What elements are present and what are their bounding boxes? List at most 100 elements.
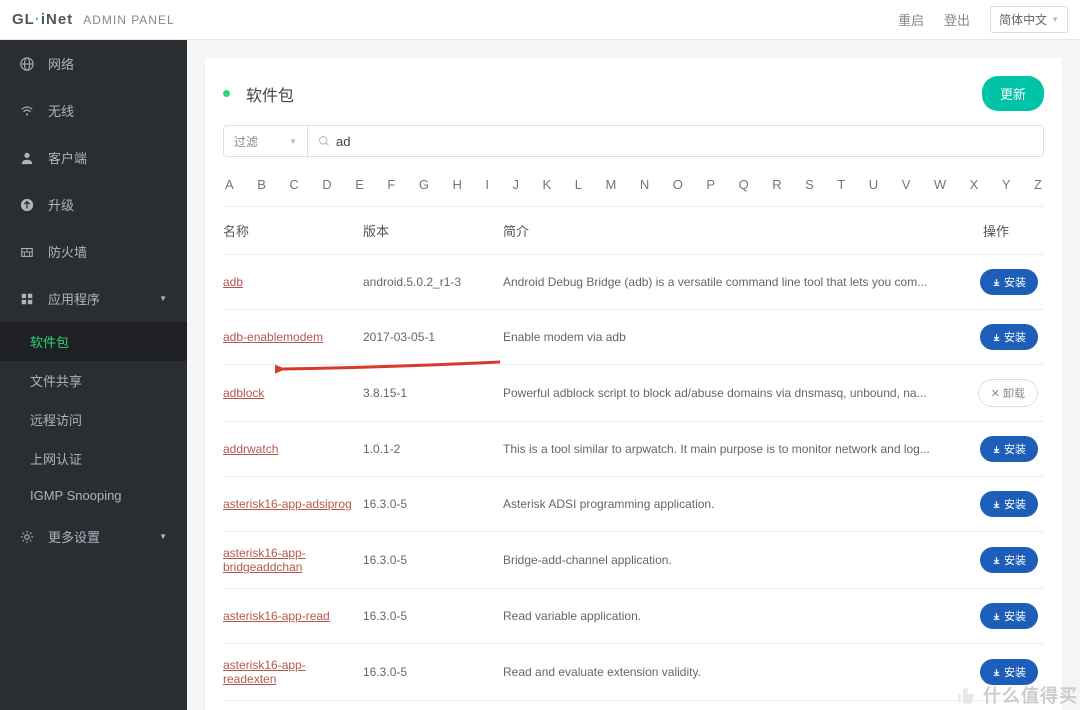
alpha-z[interactable]: Z (1032, 177, 1044, 192)
alpha-l[interactable]: L (573, 177, 584, 192)
sidebar-item-firewall[interactable]: 防火墙 (0, 228, 187, 275)
install-button[interactable]: 安装 (980, 324, 1038, 350)
cell-version: android.5.0.2_r1-3 (363, 255, 503, 310)
chevron-down-icon: ▼ (289, 137, 297, 146)
cell-desc: This is a tool similar to arpwatch. It m… (503, 422, 954, 477)
gear-icon (20, 530, 34, 544)
sidebar-item-more[interactable]: 更多设置 ▼ (0, 513, 187, 560)
sidebar-sub-auth[interactable]: 上网认证 (0, 439, 187, 478)
sidebar-sub-remote[interactable]: 远程访问 (0, 400, 187, 439)
alpha-f[interactable]: F (385, 177, 397, 192)
sidebar-item-upgrade[interactable]: 升级 (0, 181, 187, 228)
cell-desc: Android Debug Bridge (adb) is a versatil… (503, 255, 954, 310)
sidebar-item-network[interactable]: 网络 (0, 40, 187, 87)
cell-name: asterisk16-app-read (223, 589, 363, 644)
alpha-b[interactable]: B (255, 177, 268, 192)
alpha-a[interactable]: A (223, 177, 236, 192)
search-box[interactable] (307, 125, 1044, 157)
table-row: adblock 3.8.15-1 Powerful adblock script… (223, 365, 1044, 422)
package-link[interactable]: adb (223, 275, 243, 289)
panel-label: ADMIN PANEL (83, 13, 174, 27)
install-button[interactable]: 安装 (980, 436, 1038, 462)
col-desc: 简介 (503, 207, 954, 255)
install-button[interactable]: 安装 (980, 603, 1038, 629)
sidebar-sub-igmp[interactable]: IGMP Snooping (0, 478, 187, 513)
firewall-icon (20, 245, 34, 259)
cell-name: asterisk16-app-adsiprog (223, 477, 363, 532)
cell-desc: Read and evaluate extension validity. (503, 644, 954, 701)
cell-version: 2017-03-05-1 (363, 310, 503, 365)
alpha-c[interactable]: C (287, 177, 300, 192)
sidebar-item-clients[interactable]: 客户端 (0, 134, 187, 181)
install-button[interactable]: 安装 (980, 547, 1038, 573)
alpha-s[interactable]: S (803, 177, 816, 192)
alpha-p[interactable]: P (704, 177, 717, 192)
table-row: asterisk16-app-bridgeaddchan 16.3.0-5 Br… (223, 532, 1044, 589)
cell-name: addrwatch (223, 422, 363, 477)
cell-version: 16.3.0-5 (363, 589, 503, 644)
status-dot (223, 90, 230, 97)
alpha-m[interactable]: M (603, 177, 618, 192)
cell-version: 16.3.0-5 (363, 644, 503, 701)
cell-op: ✕卸载 (954, 365, 1044, 422)
alpha-h[interactable]: H (450, 177, 463, 192)
cell-version: 16.3.0-5 (363, 477, 503, 532)
alpha-x[interactable]: X (968, 177, 981, 192)
sidebar-sub-packages[interactable]: 软件包 (0, 322, 187, 361)
alpha-o[interactable]: O (671, 177, 685, 192)
package-link[interactable]: asterisk16-app-adsiprog (223, 497, 352, 511)
packages-table: 名称 版本 简介 操作 adb android.5.0.2_r1-3 Andro… (223, 207, 1044, 701)
sidebar-item-wireless[interactable]: 无线 (0, 87, 187, 134)
alpha-t[interactable]: T (835, 177, 847, 192)
alpha-e[interactable]: E (353, 177, 366, 192)
sidebar-sub-fileshare[interactable]: 文件共享 (0, 361, 187, 400)
table-row: asterisk16-app-readexten 16.3.0-5 Read a… (223, 644, 1044, 701)
logout-link[interactable]: 登出 (944, 10, 970, 29)
alpha-d[interactable]: D (320, 177, 333, 192)
sidebar-item-applications[interactable]: 应用程序 ▼ (0, 275, 187, 322)
chevron-down-icon: ▼ (159, 532, 167, 541)
alpha-y[interactable]: Y (1000, 177, 1013, 192)
cell-desc: Powerful adblock script to block ad/abus… (503, 365, 954, 422)
cell-desc: Read variable application. (503, 589, 954, 644)
filter-select[interactable]: 过滤 ▼ (223, 125, 307, 157)
alpha-r[interactable]: R (770, 177, 783, 192)
table-row: asterisk16-app-adsiprog 16.3.0-5 Asteris… (223, 477, 1044, 532)
package-link[interactable]: asterisk16-app-readexten (223, 658, 306, 686)
col-name: 名称 (223, 207, 363, 255)
alpha-i[interactable]: I (483, 177, 491, 192)
close-icon: ✕ (991, 387, 1000, 400)
cell-op: 安装 (954, 422, 1044, 477)
cell-version: 3.8.15-1 (363, 365, 503, 422)
cell-op: 安装 (954, 255, 1044, 310)
update-button[interactable]: 更新 (982, 76, 1044, 111)
package-link[interactable]: asterisk16-app-read (223, 609, 330, 623)
alpha-g[interactable]: G (417, 177, 431, 192)
alpha-q[interactable]: Q (737, 177, 751, 192)
install-button[interactable]: 安装 (980, 491, 1038, 517)
table-row: adb android.5.0.2_r1-3 Android Debug Bri… (223, 255, 1044, 310)
alpha-n[interactable]: N (638, 177, 651, 192)
uninstall-button[interactable]: ✕卸载 (978, 379, 1038, 407)
col-version: 版本 (363, 207, 503, 255)
package-link[interactable]: addrwatch (223, 442, 278, 456)
logo: GL·iNet ADMIN PANEL (12, 11, 175, 28)
language-select[interactable]: 简体中文 ▼ (990, 6, 1068, 33)
watermark: 什么值得买 (953, 682, 1078, 708)
alpha-j[interactable]: J (511, 177, 522, 192)
cell-version: 1.0.1-2 (363, 422, 503, 477)
wifi-icon (20, 104, 34, 118)
alpha-k[interactable]: K (541, 177, 554, 192)
col-op: 操作 (954, 207, 1044, 255)
package-link[interactable]: asterisk16-app-bridgeaddchan (223, 546, 306, 574)
alpha-u[interactable]: U (867, 177, 880, 192)
table-row: asterisk16-app-read 16.3.0-5 Read variab… (223, 589, 1044, 644)
alpha-v[interactable]: V (900, 177, 913, 192)
install-button[interactable]: 安装 (980, 269, 1038, 295)
reboot-link[interactable]: 重启 (898, 10, 924, 29)
package-link[interactable]: adblock (223, 386, 264, 400)
package-link[interactable]: adb-enablemodem (223, 330, 323, 344)
cell-op: 安装 (954, 589, 1044, 644)
alpha-w[interactable]: W (932, 177, 948, 192)
search-input[interactable] (336, 134, 1033, 149)
